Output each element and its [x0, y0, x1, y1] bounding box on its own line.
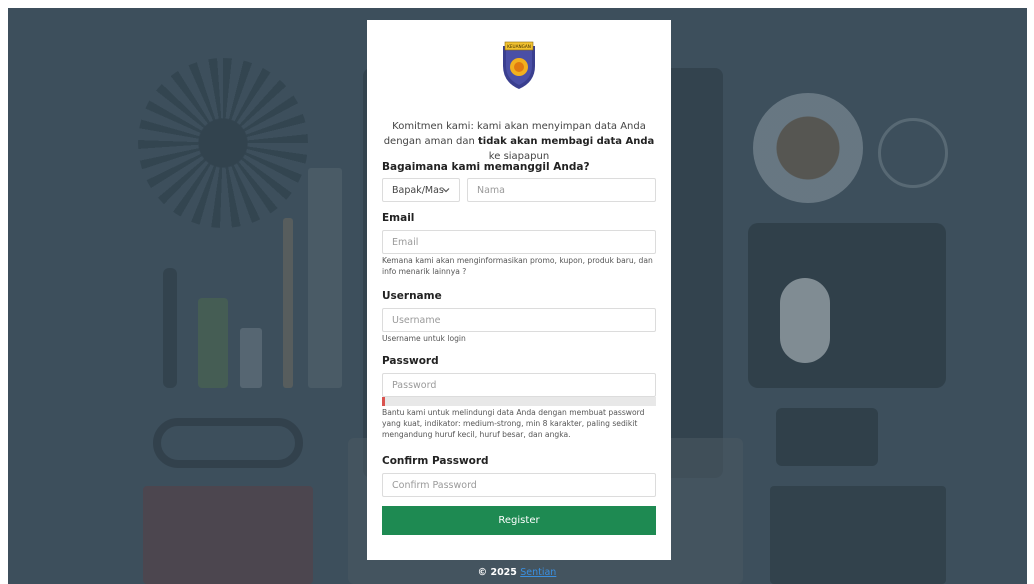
- email-hint: Kemana kami akan menginformasikan promo,…: [382, 256, 653, 276]
- footer: © 2025 Sentian: [0, 567, 1034, 578]
- salutation-select[interactable]: Bapak/Mas: [382, 178, 460, 202]
- register-card: KEUANGAN Komitmen kami: kami akan menyim…: [367, 20, 671, 560]
- footer-link[interactable]: Sentian: [520, 567, 556, 578]
- username-label: Username: [382, 290, 442, 302]
- chevron-down-icon: [442, 188, 450, 193]
- confirm-password-label: Confirm Password: [382, 455, 489, 467]
- ruler-decor: [308, 168, 342, 388]
- password-label: Password: [382, 355, 439, 367]
- commitment-text: Komitmen kami: kami akan menyimpan data …: [383, 121, 655, 162]
- phone-decor: [776, 408, 878, 466]
- coffee-cup-decor: [753, 93, 863, 203]
- password-hint: Bantu kami untuk melindungi data Anda de…: [382, 408, 645, 439]
- email-label: Email: [382, 212, 415, 224]
- svg-text:KEUANGAN: KEUANGAN: [507, 44, 531, 49]
- register-button[interactable]: Register: [382, 506, 656, 535]
- name-input[interactable]: [467, 178, 656, 202]
- pen-decor: [163, 268, 177, 388]
- password-strength-fill: [382, 397, 385, 406]
- email-input[interactable]: [382, 230, 656, 254]
- password-strength-meter: [382, 397, 656, 406]
- eraser-decor: [240, 328, 262, 388]
- name-label: Bagaimana kami memanggil Anda?: [382, 161, 590, 173]
- plant-decor: [138, 58, 308, 228]
- copyright-text: © 2025: [477, 567, 521, 578]
- username-hint: Username untuk login: [382, 334, 466, 343]
- highlighter-decor: [198, 298, 228, 388]
- salutation-value: Bapak/Mas: [392, 184, 444, 196]
- pencil-decor: [283, 218, 293, 388]
- glasses-decor: [153, 418, 303, 468]
- password-input[interactable]: [382, 373, 656, 397]
- glass-decor: [878, 118, 948, 188]
- mousepad-decor: [748, 223, 946, 388]
- mouse-decor: [780, 278, 830, 363]
- confirm-password-input[interactable]: [382, 473, 656, 497]
- brand-logo: KEUANGAN: [500, 40, 538, 90]
- username-input[interactable]: [382, 308, 656, 332]
